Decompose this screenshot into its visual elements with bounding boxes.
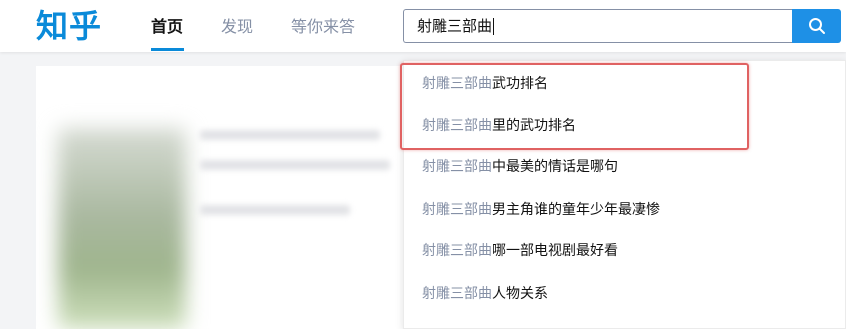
- suggestion-item[interactable]: 射雕三部曲男主角谁的童年少年最凄惨: [422, 200, 822, 220]
- suggestion-rest: 里的武功排名: [492, 118, 576, 134]
- suggestion-rest: 中最美的情话是哪句: [492, 159, 618, 175]
- suggestion-item[interactable]: 射雕三部曲中最美的情话是哪句: [422, 157, 822, 177]
- suggestion-match: 射雕三部曲: [422, 243, 492, 259]
- suggestion-rest: 人物关系: [492, 286, 548, 302]
- text-cursor: [493, 18, 495, 35]
- nav-home[interactable]: 首页: [151, 16, 183, 38]
- suggestion-rest: 男主角谁的童年少年最凄惨: [492, 202, 660, 218]
- suggestion-item[interactable]: 射雕三部曲人物关系: [422, 284, 822, 304]
- nav-explore[interactable]: 发现: [221, 16, 253, 38]
- search-input[interactable]: 射雕三部曲: [403, 9, 792, 43]
- nav-active-indicator: [151, 48, 184, 51]
- suggestion-match: 射雕三部曲: [422, 159, 492, 175]
- suggestion-match: 射雕三部曲: [422, 76, 492, 92]
- suggestion-match: 射雕三部曲: [422, 286, 492, 302]
- suggestion-match: 射雕三部曲: [422, 202, 492, 218]
- suggestion-rest: 武功排名: [492, 76, 548, 92]
- search-suggestions-dropdown: 射雕三部曲武功排名 射雕三部曲里的武功排名 射雕三部曲中最美的情话是哪句 射雕三…: [403, 60, 846, 329]
- suggestion-match: 射雕三部曲: [422, 118, 492, 134]
- nav-waiting-answers[interactable]: 等你来答: [291, 16, 355, 38]
- suggestion-item[interactable]: 射雕三部曲哪一部电视剧最好看: [422, 241, 822, 261]
- top-header: 知乎 首页 发现 等你来答 射雕三部曲: [0, 0, 846, 52]
- search-button[interactable]: [792, 9, 841, 43]
- feed-text-placeholder: [200, 130, 380, 140]
- suggestion-item[interactable]: 射雕三部曲里的武功排名: [422, 116, 822, 136]
- search-input-value: 射雕三部曲: [417, 17, 493, 35]
- feed-thumbnail: [58, 128, 186, 329]
- suggestion-item[interactable]: 射雕三部曲武功排名: [422, 74, 822, 94]
- zhihu-logo[interactable]: 知乎: [36, 6, 102, 46]
- feed-text-placeholder: [200, 160, 390, 170]
- feed-text-placeholder: [200, 205, 350, 215]
- suggestion-rest: 哪一部电视剧最好看: [492, 243, 618, 259]
- search-icon: [809, 18, 825, 34]
